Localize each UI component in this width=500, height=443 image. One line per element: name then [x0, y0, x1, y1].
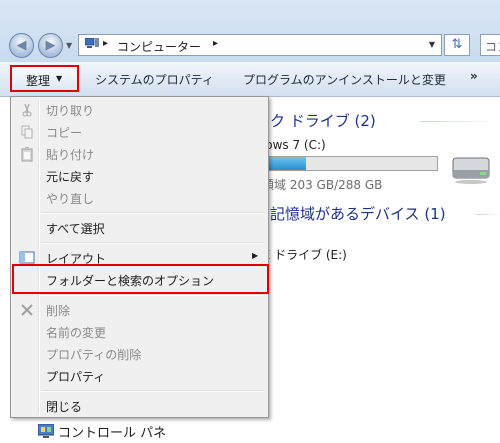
- computer-icon: [85, 38, 99, 48]
- organize-menu: 切り取り コピー 貼り付け 元に戻す やり直し すべて選択 レイアウト ▶ フォ…: [10, 96, 269, 418]
- breadcrumb-separator-icon[interactable]: ▸: [103, 38, 108, 49]
- control-panel-icon: [38, 424, 54, 438]
- annotation-highlight-box: [12, 264, 269, 294]
- system-properties-button[interactable]: システムのプロパティ: [95, 71, 214, 88]
- recent-pages-dropdown-icon[interactable]: ▼: [66, 41, 72, 50]
- removable-storage-category-header[interactable]: ブル記憶域があるデバイス (1): [240, 203, 446, 224]
- menu-item-properties[interactable]: プロパティ: [13, 365, 266, 387]
- menu-item-rename[interactable]: 名前の変更: [13, 321, 266, 343]
- drive-c-usage-bar: [250, 156, 438, 171]
- scissors-icon: [22, 103, 32, 117]
- menu-item-label: プロパティの削除: [46, 348, 142, 362]
- refresh-icon: ⇅: [451, 37, 463, 52]
- menu-item-label: 閉じる: [46, 400, 83, 414]
- nav-item-control-panel[interactable]: コントロール パネ: [58, 422, 166, 441]
- menu-item-label: 元に戻す: [46, 170, 95, 184]
- arrow-left-icon: ◀: [16, 38, 27, 53]
- drive-c-free-space: き領域 203 GB/288 GB: [250, 178, 383, 192]
- delete-icon: [21, 304, 33, 316]
- menu-item-label: プロパティ: [46, 370, 106, 384]
- category-divider: [420, 121, 500, 122]
- menu-item-delete[interactable]: 削除: [13, 299, 266, 321]
- menu-item-label: すべて選択: [46, 222, 105, 236]
- uninstall-programs-button[interactable]: プログラムのアンインストールと変更: [243, 71, 446, 88]
- clipboard-icon: [21, 147, 33, 162]
- menu-separator: [41, 242, 264, 244]
- search-input[interactable]: コン: [480, 34, 500, 56]
- address-bar-area: ◀ ▶ ▼ ▸ コンピューター ▸ ▼ ⇅ コン: [0, 0, 500, 62]
- breadcrumb-separator-icon[interactable]: ▸: [213, 38, 218, 49]
- copy-icon: [21, 125, 33, 139]
- menu-item-label: 貼り付け: [46, 148, 95, 162]
- organize-label: 整理: [26, 74, 51, 88]
- arrow-right-icon: ▶: [45, 38, 56, 53]
- menu-separator: [41, 390, 264, 392]
- more-commands-button[interactable]: »: [470, 69, 478, 83]
- address-input[interactable]: ▸ コンピューター ▸ ▼: [78, 34, 442, 56]
- explorer-window: ◀ ▶ ▼ ▸ コンピューター ▸ ▼ ⇅ コン 整理 ▼ システムのプロパティ…: [0, 0, 500, 443]
- submenu-arrow-icon: ▶: [252, 251, 259, 260]
- address-dropdown-icon[interactable]: ▼: [429, 40, 435, 49]
- hard-drive-icon[interactable]: [450, 152, 492, 186]
- back-button[interactable]: ◀: [9, 33, 34, 58]
- category-divider: [476, 214, 500, 215]
- menu-item-label: 名前の変更: [46, 326, 107, 340]
- forward-button[interactable]: ▶: [38, 33, 63, 58]
- menu-item-cut[interactable]: 切り取り: [13, 99, 266, 121]
- menu-item-select-all[interactable]: すべて選択: [13, 217, 266, 239]
- menu-item-paste[interactable]: 貼り付け: [13, 143, 266, 165]
- menu-item-label: やり直し: [46, 192, 95, 206]
- menu-item-undo[interactable]: 元に戻す: [13, 165, 266, 187]
- menu-item-label: 切り取り: [46, 104, 95, 118]
- refresh-button[interactable]: ⇅: [444, 34, 470, 56]
- menu-item-copy[interactable]: コピー: [13, 121, 266, 143]
- breadcrumb-computer[interactable]: コンピューター: [117, 38, 201, 55]
- menu-item-remove-properties[interactable]: プロパティの削除: [13, 343, 266, 365]
- menu-item-redo[interactable]: やり直し: [13, 187, 266, 209]
- menu-separator: [41, 294, 264, 296]
- search-placeholder: コン: [485, 40, 500, 54]
- menu-item-close[interactable]: 閉じる: [13, 395, 266, 417]
- menu-item-label: コピー: [46, 126, 83, 140]
- menu-item-label: 削除: [46, 304, 71, 318]
- chevron-down-icon: ▼: [56, 74, 63, 83]
- command-bar: 整理 ▼ システムのプロパティ プログラムのアンインストールと変更 »: [0, 62, 500, 97]
- organize-button[interactable]: 整理 ▼: [10, 65, 79, 92]
- menu-separator: [41, 212, 264, 214]
